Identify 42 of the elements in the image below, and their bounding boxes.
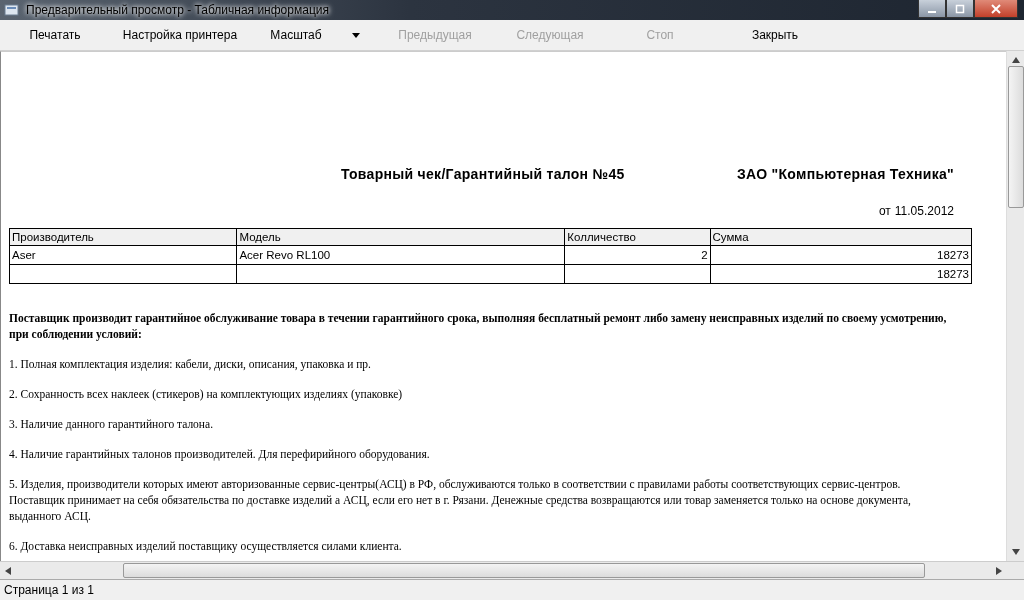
paragraph: 3. Наличие данного гарантийного талона. bbox=[9, 417, 214, 432]
window-title: Предварительный просмотр - Табличная информация bbox=[26, 3, 329, 17]
minimize-button[interactable] bbox=[918, 0, 946, 18]
scroll-thumb[interactable] bbox=[1007, 66, 1024, 208]
close-icon bbox=[991, 3, 1001, 14]
paragraph: 1. Полная комплектация изделия: кабели, диски, описания, упаковка и пр. bbox=[9, 357, 372, 372]
status-text: Страница 1 из 1 bbox=[4, 583, 94, 597]
scroll-right-icon[interactable] bbox=[996, 566, 1002, 575]
document-title: Товарный чек/Гарантийный талон №45 bbox=[341, 166, 625, 182]
scroll-up-icon[interactable] bbox=[1011, 57, 1020, 63]
scroll-thumb[interactable] bbox=[123, 563, 925, 578]
column-header: Колличество bbox=[564, 228, 711, 246]
date-label: от bbox=[878, 204, 891, 218]
column-header: Модель bbox=[236, 228, 565, 246]
toolbar-button[interactable]: Закрыть bbox=[710, 24, 840, 46]
table-cell: 2 bbox=[564, 245, 711, 265]
paragraph: Поставщик производит гарантийное обслуживание товара в течении гарантийного срока, выполняя бесплатный ремонт либо замену неисправных изделий по своему усмотрению, при соблюдении условий: bbox=[9, 311, 948, 342]
column-header: Производитель bbox=[9, 228, 237, 246]
table-cell: Acer Revo RL100 bbox=[236, 245, 565, 265]
maximize-icon bbox=[955, 3, 965, 14]
toolbar-button[interactable]: Настройка принтера bbox=[110, 24, 250, 46]
paragraph: 4. Наличие гарантийных талонов производителей. Для перефирийного оборудования. bbox=[9, 447, 431, 462]
scroll-left-icon[interactable] bbox=[5, 566, 11, 575]
zoom-dropdown[interactable]: Масштаб bbox=[250, 24, 380, 46]
paragraph: 5. Изделия, производители которых имеют авторизованные сервис-центры(АСЦ) в РФ, обслуживаются только в соответствии с правилами работы соответствующих сервис-центров. Поставщик принимает на себя обязательства по доставке изделий а АСЦ, если его нет в г. Рязани. Денежные средства возвращаются или товар заменяется только на основе документа, выданного АСЦ. bbox=[9, 477, 912, 524]
horizontal-scrollbar[interactable] bbox=[0, 561, 1024, 579]
table-cell: 18273 bbox=[710, 264, 972, 284]
minimize-icon bbox=[928, 10, 936, 13]
app-icon bbox=[4, 3, 20, 17]
table-cell: Aser bbox=[9, 245, 237, 265]
document-date: 11.05.2012 bbox=[894, 204, 954, 218]
maximize-button[interactable] bbox=[946, 0, 974, 18]
paragraph: 6. Доставка неисправных изделий поставщику осуществляется силами клиента. bbox=[9, 539, 403, 554]
vertical-scrollbar[interactable] bbox=[1006, 51, 1024, 561]
paragraph: 2. Сохранность всех наклеек (стикеров) на комплектующих изделиях (упаковке) bbox=[9, 387, 404, 402]
company-name: ЗАО "Компьютерная Техника" bbox=[736, 166, 954, 182]
scroll-down-icon[interactable] bbox=[1011, 549, 1020, 555]
close-button[interactable] bbox=[974, 0, 1018, 18]
column-header: Сумма bbox=[710, 228, 972, 246]
caret-icon bbox=[351, 32, 360, 38]
toolbar-button[interactable]: Печатать bbox=[0, 24, 110, 46]
table-cell: 18273 bbox=[710, 245, 972, 265]
